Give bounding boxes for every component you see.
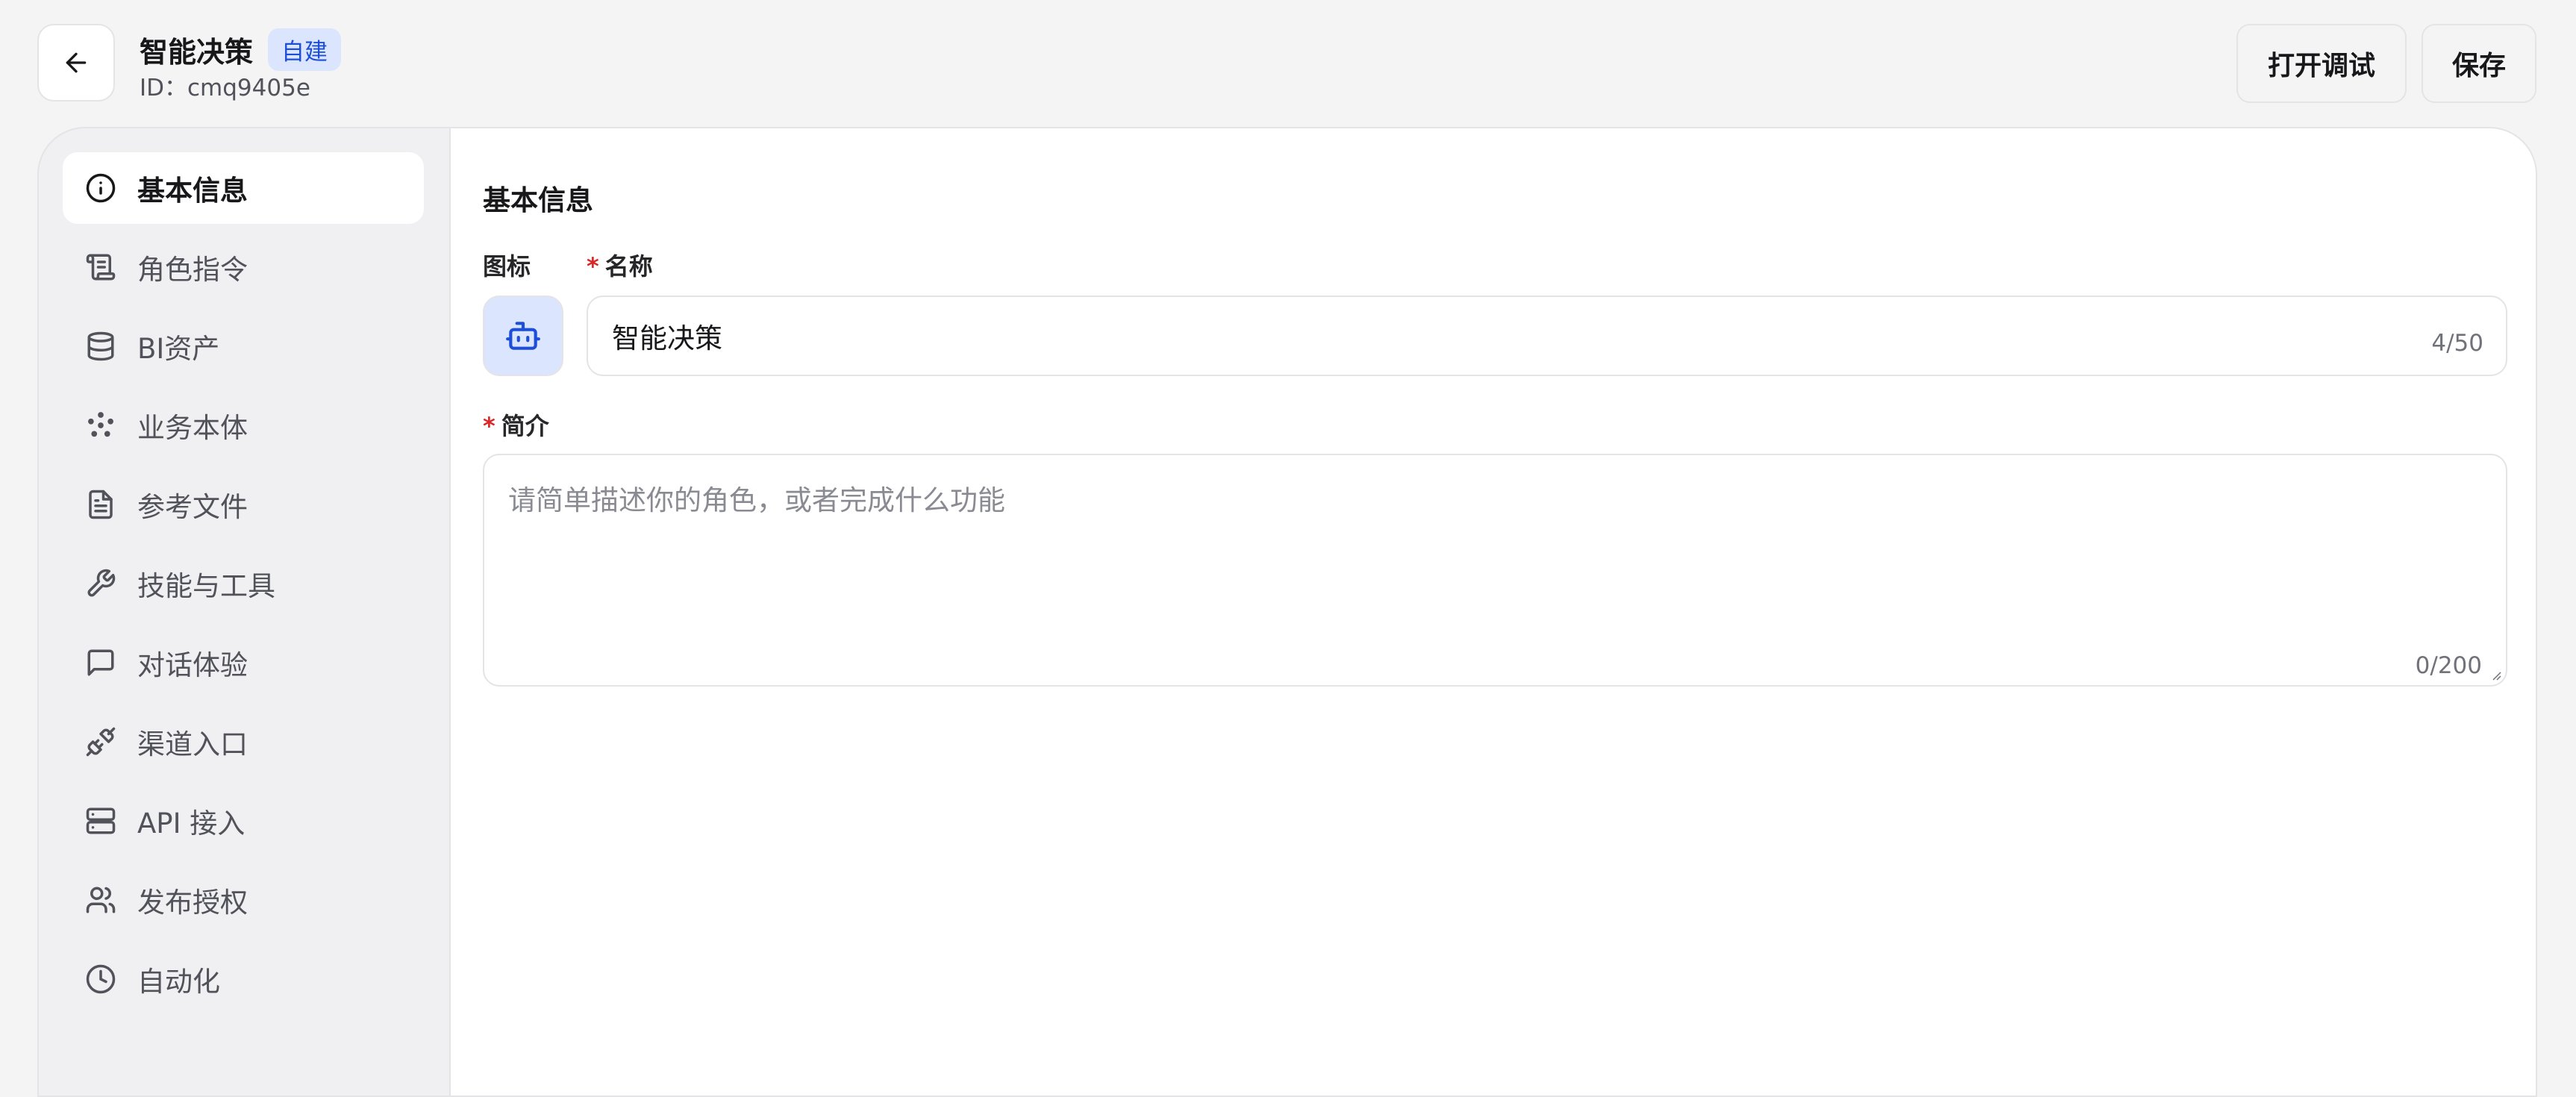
sidebar-item-bi-assets[interactable]: BI资产: [63, 310, 424, 382]
sidebar-item-label: 对话体验: [137, 649, 248, 681]
header: 智能决策 自建 ID：cmq9405e 打开调试 保存: [0, 0, 2576, 127]
sidebar-item-business-ontology[interactable]: 业务本体: [63, 390, 424, 461]
agent-id: ID：cmq9405e: [140, 75, 310, 101]
wrench-icon: [87, 569, 116, 597]
sidebar-item-label: 参考文件: [137, 491, 248, 523]
sidebar-item-chat-experience[interactable]: 对话体验: [63, 627, 424, 698]
section-title: 基本信息: [483, 184, 593, 216]
name-label: 名称: [604, 252, 653, 281]
sidebar-item-channel-entry[interactable]: 渠道入口: [63, 706, 424, 778]
clock-icon: [86, 964, 116, 994]
name-input[interactable]: [612, 315, 2328, 357]
required-mark: *: [587, 252, 599, 281]
sidebar-item-role-instructions[interactable]: 角色指令: [63, 231, 424, 303]
sidebar-item-publish-auth[interactable]: 发布授权: [63, 864, 424, 936]
database-icon: [87, 331, 114, 361]
save-button[interactable]: 保存: [2422, 24, 2536, 103]
open-debug-button[interactable]: 打开调试: [2236, 24, 2407, 103]
resize-handle-icon[interactable]: [2489, 669, 2501, 681]
sidebar-item-label: API 接入: [137, 807, 246, 840]
name-char-counter: 4/50: [2431, 330, 2483, 357]
arrow-left-icon: [66, 52, 87, 73]
main-panel: 基本信息 图标 *名称 4/50 *简介 0/200: [449, 128, 2536, 1096]
sidebar-item-automation[interactable]: 自动化: [63, 943, 424, 1015]
title-row: 智能决策 自建: [140, 28, 342, 71]
agent-title: 智能决策: [140, 36, 254, 69]
intro-label: 简介: [501, 412, 549, 440]
sidebar-item-skills-tools[interactable]: 技能与工具: [63, 548, 424, 619]
scroll-icon: [86, 254, 116, 281]
back-button[interactable]: [37, 24, 115, 101]
sidebar-item-label: BI资产: [137, 333, 220, 365]
network-icon: [88, 412, 113, 437]
icon-label: 图标: [483, 252, 531, 281]
name-label-row: * 名称: [587, 248, 653, 282]
sidebar-item-basic-info[interactable]: 基本信息: [63, 152, 424, 224]
intro-char-counter: 0/200: [2415, 652, 2482, 679]
intro-field: 0/200: [483, 454, 2507, 687]
status-badge: 自建: [268, 28, 342, 71]
sidebar-item-label: 发布授权: [137, 887, 248, 919]
document-icon: [89, 490, 113, 519]
info-icon: [86, 173, 116, 203]
server-icon: [86, 807, 116, 834]
sidebar-item-label: 技能与工具: [137, 570, 275, 602]
plug-icon: [86, 727, 116, 757]
sidebar-item-label: 渠道入口: [137, 728, 248, 760]
users-icon: [86, 887, 116, 913]
bot-icon: [506, 322, 540, 350]
sidebar-item-reference-files[interactable]: 参考文件: [63, 469, 424, 540]
chat-icon: [87, 649, 114, 676]
sidebar-item-label: 基本信息: [137, 175, 248, 207]
intro-textarea[interactable]: [508, 478, 2448, 627]
sidebar: 基本信息 角色指令 BI资产 业务本体 参考文件 技能与工具 对话体验 渠道入口…: [39, 128, 449, 1096]
intro-label-row: * 简介: [483, 407, 549, 442]
icon-picker-button[interactable]: [483, 296, 563, 376]
sidebar-item-label: 业务本体: [137, 412, 248, 444]
sidebar-item-label: 自动化: [137, 966, 220, 998]
required-mark: *: [483, 412, 495, 440]
content-shell: 基本信息 角色指令 BI资产 业务本体 参考文件 技能与工具 对话体验 渠道入口…: [37, 127, 2537, 1097]
sidebar-item-api-access[interactable]: API 接入: [63, 785, 424, 857]
sidebar-item-label: 角色指令: [137, 254, 248, 286]
name-field: 4/50: [587, 296, 2507, 376]
